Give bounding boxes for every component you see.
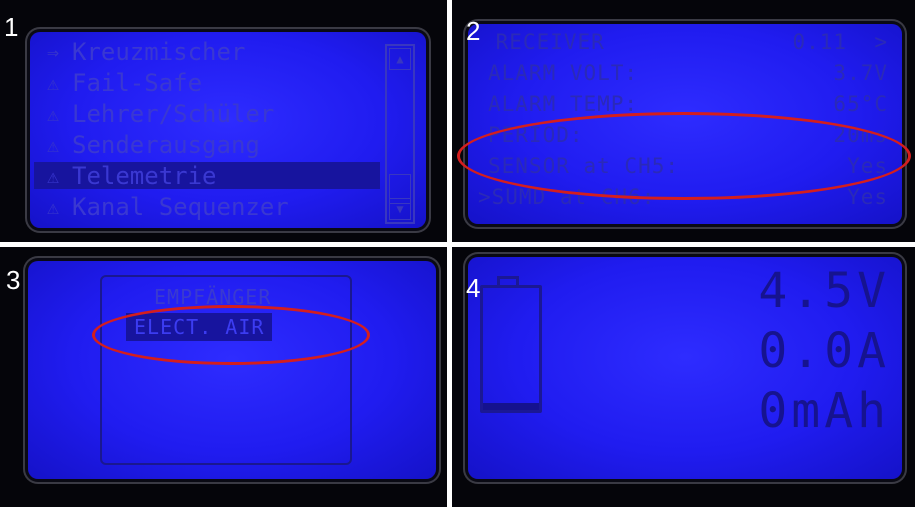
setting-value[interactable]: 0.11 > bbox=[792, 30, 888, 54]
battery-icon bbox=[480, 276, 542, 413]
scroll-up-icon[interactable]: ▲ bbox=[389, 48, 411, 70]
menu-item[interactable]: ⇒ Kreuzmischer bbox=[34, 37, 246, 66]
menu-item-label: Telemetrie bbox=[72, 161, 217, 190]
lcd-screen: 4.5V 0.0A 0mAh bbox=[468, 257, 902, 479]
warning-icon: ⚠ bbox=[46, 132, 60, 157]
setting-label: RECEIVER bbox=[482, 30, 605, 54]
menu-item-label: Fail-Safe bbox=[72, 68, 203, 97]
menu-item-label: Kreuzmischer bbox=[72, 37, 246, 66]
panel-3: 3 EMPFÄNGER ELECT. AIR bbox=[0, 247, 447, 507]
menu-item[interactable]: ⚠ Kanal Sequenzer bbox=[34, 192, 289, 221]
panel-1: 1 ⇒ Kreuzmischer ⚠ Fail-Safe ⚠ Lehrer/Schüler… bbox=[0, 0, 447, 242]
warning-icon: ⚠ bbox=[46, 194, 60, 219]
menu-item-label: Kanal Sequenzer bbox=[72, 192, 289, 221]
setting-value: Yes bbox=[847, 185, 888, 209]
panel-number: 1 bbox=[4, 12, 19, 42]
menu-scrollbar[interactable]: ▲ ▼ bbox=[385, 44, 415, 224]
menu-item[interactable]: ⚠ Lehrer/Schüler bbox=[34, 99, 275, 128]
arrow-icon: ⇒ bbox=[46, 39, 60, 64]
panel-2: 2 RECEIVER 0.11 > ALARM VOLT: 3.7V ALARM TEM… bbox=[452, 0, 915, 242]
setting-value: 65°C bbox=[833, 92, 888, 116]
warning-icon: ⚠ bbox=[46, 101, 60, 126]
scroll-down-icon[interactable]: ▼ bbox=[389, 198, 411, 220]
capacity-readout: 0mAh bbox=[758, 383, 890, 439]
menu-item-label: Senderausgang bbox=[72, 130, 260, 159]
voltage-readout: 4.5V bbox=[758, 263, 890, 319]
lcd-screen: ⇒ Kreuzmischer ⚠ Fail-Safe ⚠ Lehrer/Schüler ⚠ S… bbox=[30, 32, 426, 228]
warning-icon: ⚠ bbox=[46, 70, 60, 95]
menu-item[interactable]: ⚠ Senderausgang bbox=[34, 130, 260, 159]
panel-number: 3 bbox=[6, 265, 21, 295]
battery-fill bbox=[483, 402, 539, 410]
panel-number: 2 bbox=[466, 16, 481, 46]
setting-value: 3.7V bbox=[833, 61, 888, 85]
lcd-screen: EMPFÄNGER ELECT. AIR bbox=[28, 261, 436, 479]
menu-item-label: Lehrer/Schüler bbox=[72, 99, 275, 128]
warning-icon: ⚠ bbox=[46, 163, 60, 188]
highlight-ellipse bbox=[92, 305, 370, 365]
highlight-ellipse bbox=[457, 112, 911, 200]
panel-4: 4 4.5V 0.0A 0mAh bbox=[452, 247, 915, 507]
panel-number: 4 bbox=[466, 273, 481, 303]
setting-label[interactable]: ALARM TEMP: bbox=[488, 92, 638, 116]
menu-item[interactable]: ⚠ Fail-Safe bbox=[34, 68, 203, 97]
menu-item[interactable]: ⚠ Telemetrie bbox=[34, 161, 380, 190]
battery-cap bbox=[497, 276, 519, 287]
setting-label[interactable]: ALARM VOLT: bbox=[488, 61, 638, 85]
current-readout: 0.0A bbox=[758, 323, 890, 379]
